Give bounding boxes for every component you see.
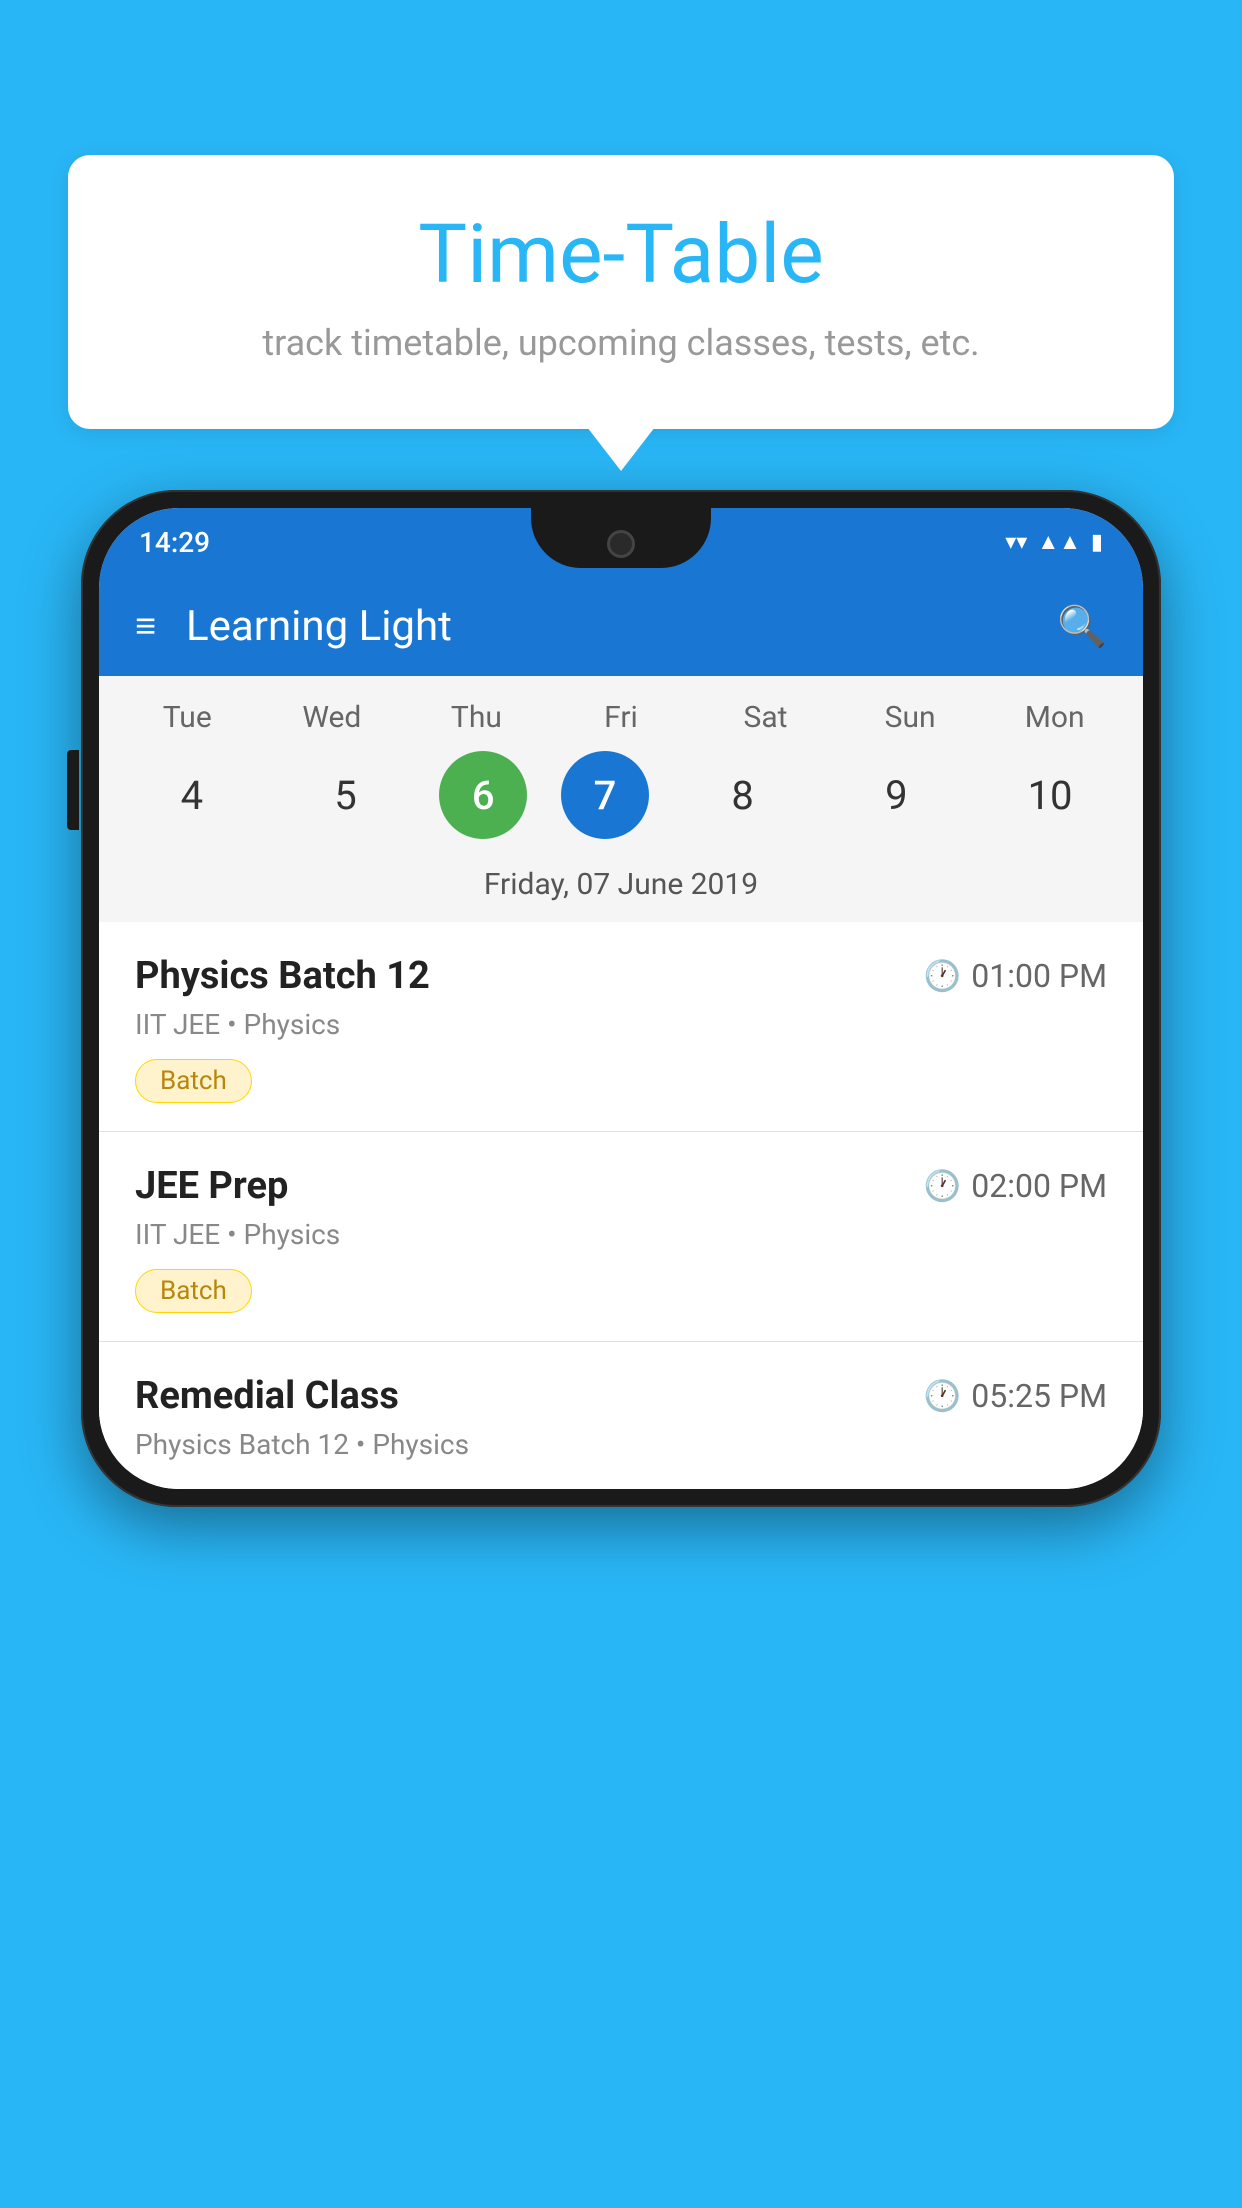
class-time-2: 🕐 02:00 PM bbox=[924, 1167, 1107, 1205]
day-header-fri: Fri bbox=[561, 700, 681, 735]
batch-badge-2: Batch bbox=[135, 1269, 252, 1313]
class-item-1[interactable]: Physics Batch 12 🕐 01:00 PM IIT JEE • Ph… bbox=[99, 922, 1143, 1132]
signal-icon: ▲▲ bbox=[1037, 529, 1081, 555]
class-item-2-header: JEE Prep 🕐 02:00 PM bbox=[135, 1164, 1107, 1208]
time-value-3: 05:25 PM bbox=[971, 1377, 1107, 1415]
status-icons: ▾▾ ▲▲ ▮ bbox=[1005, 529, 1103, 555]
class-time-3: 🕐 05:25 PM bbox=[924, 1377, 1107, 1415]
day-7-selected[interactable]: 7 bbox=[561, 751, 649, 839]
notch bbox=[531, 508, 711, 568]
day-6-today[interactable]: 6 bbox=[439, 751, 527, 839]
speech-bubble: Time-Table track timetable, upcoming cla… bbox=[68, 155, 1174, 429]
day-9[interactable]: 9 bbox=[836, 751, 956, 839]
day-5[interactable]: 5 bbox=[286, 751, 406, 839]
class-list: Physics Batch 12 🕐 01:00 PM IIT JEE • Ph… bbox=[99, 922, 1143, 1489]
clock-icon-1: 🕐 bbox=[924, 959, 961, 994]
day-headers: Tue Wed Thu Fri Sat Sun Mon bbox=[99, 700, 1143, 735]
day-header-thu: Thu bbox=[416, 700, 536, 735]
class-meta-3: Physics Batch 12 • Physics bbox=[135, 1428, 1107, 1461]
class-item-2[interactable]: JEE Prep 🕐 02:00 PM IIT JEE • Physics Ba… bbox=[99, 1132, 1143, 1342]
calendar-section: Tue Wed Thu Fri Sat Sun Mon 4 5 6 7 8 9 … bbox=[99, 676, 1143, 922]
phone-container: 14:29 ▾▾ ▲▲ ▮ ≡ Learning Light 🔍 bbox=[81, 490, 1161, 1507]
speech-bubble-container: Time-Table track timetable, upcoming cla… bbox=[68, 155, 1174, 429]
day-header-wed: Wed bbox=[272, 700, 392, 735]
batch-badge-1: Batch bbox=[135, 1059, 252, 1103]
camera bbox=[607, 530, 635, 558]
phone-frame: 14:29 ▾▾ ▲▲ ▮ ≡ Learning Light 🔍 bbox=[81, 490, 1161, 1507]
clock-icon-3: 🕐 bbox=[924, 1379, 961, 1414]
clock-icon-2: 🕐 bbox=[924, 1169, 961, 1204]
phone-screen: 14:29 ▾▾ ▲▲ ▮ ≡ Learning Light 🔍 bbox=[99, 508, 1143, 1489]
bubble-subtitle: track timetable, upcoming classes, tests… bbox=[128, 318, 1114, 368]
day-numbers: 4 5 6 7 8 9 10 bbox=[99, 751, 1143, 839]
class-item-1-header: Physics Batch 12 🕐 01:00 PM bbox=[135, 954, 1107, 998]
class-name-2: JEE Prep bbox=[135, 1164, 288, 1208]
class-item-3-header: Remedial Class 🕐 05:25 PM bbox=[135, 1374, 1107, 1418]
status-bar: 14:29 ▾▾ ▲▲ ▮ bbox=[99, 508, 1143, 576]
bubble-title: Time-Table bbox=[128, 210, 1114, 300]
class-item-3[interactable]: Remedial Class 🕐 05:25 PM Physics Batch … bbox=[99, 1342, 1143, 1489]
day-header-sat: Sat bbox=[706, 700, 826, 735]
battery-icon: ▮ bbox=[1091, 530, 1103, 555]
time-value-1: 01:00 PM bbox=[971, 957, 1107, 995]
status-time: 14:29 bbox=[139, 526, 210, 559]
selected-date: Friday, 07 June 2019 bbox=[99, 855, 1143, 922]
day-header-mon: Mon bbox=[995, 700, 1115, 735]
class-name-3: Remedial Class bbox=[135, 1374, 399, 1418]
search-icon[interactable]: 🔍 bbox=[1057, 603, 1107, 650]
app-toolbar: ≡ Learning Light 🔍 bbox=[99, 576, 1143, 676]
class-meta-2: IIT JEE • Physics bbox=[135, 1218, 1107, 1251]
class-time-1: 🕐 01:00 PM bbox=[924, 957, 1107, 995]
day-4[interactable]: 4 bbox=[132, 751, 252, 839]
class-meta-1: IIT JEE • Physics bbox=[135, 1008, 1107, 1041]
day-header-sun: Sun bbox=[850, 700, 970, 735]
day-8[interactable]: 8 bbox=[683, 751, 803, 839]
time-value-2: 02:00 PM bbox=[971, 1167, 1107, 1205]
class-name-1: Physics Batch 12 bbox=[135, 954, 430, 998]
hamburger-icon[interactable]: ≡ bbox=[135, 608, 156, 644]
wifi-icon: ▾▾ bbox=[1005, 530, 1027, 555]
app-title: Learning Light bbox=[186, 602, 1057, 651]
day-header-tue: Tue bbox=[127, 700, 247, 735]
day-10[interactable]: 10 bbox=[990, 751, 1110, 839]
